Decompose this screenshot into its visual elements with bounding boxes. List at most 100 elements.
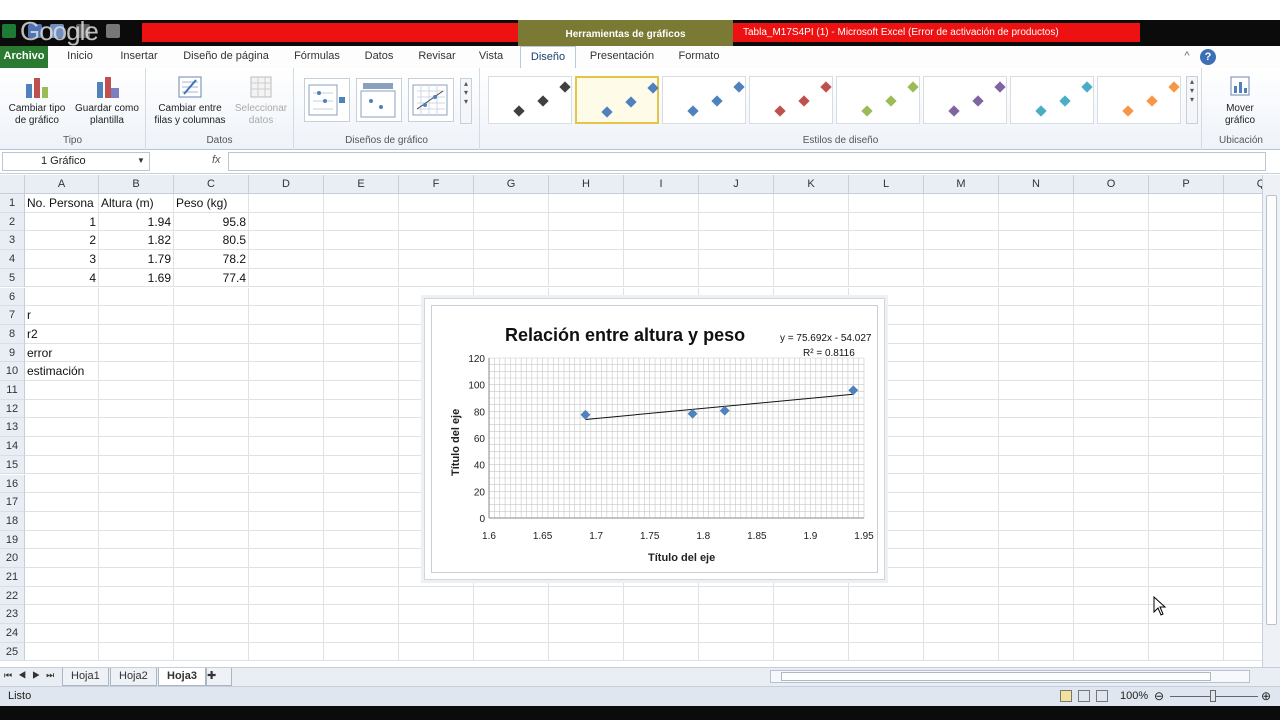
cell-C5[interactable]: 77.4 xyxy=(174,268,249,288)
cell-G5[interactable] xyxy=(474,268,549,288)
cell-A19[interactable] xyxy=(25,530,99,550)
tab-vista[interactable]: Vista xyxy=(472,46,510,68)
vertical-scrollbar[interactable] xyxy=(1262,175,1280,667)
cell-B4[interactable]: 1.79 xyxy=(99,250,174,269)
cell-M8[interactable] xyxy=(924,324,999,344)
cell-M1[interactable] xyxy=(924,194,999,213)
page-layout-icon[interactable] xyxy=(1078,690,1090,702)
tab-insertar[interactable]: Insertar xyxy=(112,46,166,68)
cell-Q3[interactable] xyxy=(1224,231,1262,251)
cell-C8[interactable] xyxy=(174,324,249,344)
cell-A15[interactable] xyxy=(25,455,99,475)
cell-E15[interactable] xyxy=(324,455,399,475)
cell-F1[interactable] xyxy=(399,194,474,213)
column-header-M[interactable]: M xyxy=(924,175,999,194)
cell-D21[interactable] xyxy=(249,568,324,587)
cell-N20[interactable] xyxy=(999,549,1074,568)
cell-N21[interactable] xyxy=(999,568,1074,587)
cell-P13[interactable] xyxy=(1149,418,1224,438)
cell-C17[interactable] xyxy=(174,493,249,512)
cell-H2[interactable] xyxy=(549,212,624,232)
cell-O19[interactable] xyxy=(1074,530,1149,550)
cell-P2[interactable] xyxy=(1149,212,1224,232)
tab-revisar[interactable]: Revisar xyxy=(410,46,464,68)
cell-G2[interactable] xyxy=(474,212,549,232)
horizontal-scrollbar[interactable] xyxy=(770,670,1250,683)
cell-C1[interactable]: Peso (kg) xyxy=(174,194,249,213)
cell-N17[interactable] xyxy=(999,493,1074,512)
cell-A10[interactable]: estimación xyxy=(25,362,99,381)
cell-Q13[interactable] xyxy=(1224,418,1262,438)
cell-E9[interactable] xyxy=(324,343,399,363)
help-icon[interactable]: ? xyxy=(1200,49,1216,65)
cell-M5[interactable] xyxy=(924,268,999,288)
cell-E1[interactable] xyxy=(324,194,399,213)
layout-thumb-2[interactable] xyxy=(356,78,402,122)
cell-N9[interactable] xyxy=(999,343,1074,363)
cell-Q4[interactable] xyxy=(1224,250,1262,269)
cell-D17[interactable] xyxy=(249,493,324,512)
chart-title[interactable]: Relación entre altura y peso xyxy=(505,325,745,346)
column-header-E[interactable]: E xyxy=(324,175,399,194)
cell-N10[interactable] xyxy=(999,362,1074,381)
cell-M17[interactable] xyxy=(924,493,999,512)
cell-L23[interactable] xyxy=(849,605,924,625)
cell-D1[interactable] xyxy=(249,194,324,213)
cell-N18[interactable] xyxy=(999,511,1074,531)
sheet-tab-hoja3[interactable]: Hoja3 xyxy=(158,668,206,686)
cell-J22[interactable] xyxy=(699,586,774,606)
cell-B6[interactable] xyxy=(99,287,174,307)
row-header-18[interactable]: 18 xyxy=(0,511,25,531)
row-header-11[interactable]: 11 xyxy=(0,381,25,400)
cell-D19[interactable] xyxy=(249,530,324,550)
cell-E8[interactable] xyxy=(324,324,399,344)
cell-N15[interactable] xyxy=(999,455,1074,475)
cell-J24[interactable] xyxy=(699,624,774,643)
cell-M19[interactable] xyxy=(924,530,999,550)
cell-D11[interactable] xyxy=(249,381,324,400)
cell-J25[interactable] xyxy=(699,642,774,662)
cell-I5[interactable] xyxy=(624,268,699,288)
row-header-17[interactable]: 17 xyxy=(0,493,25,512)
save-template-button[interactable]: Guardar como plantilla xyxy=(72,74,142,127)
cell-O11[interactable] xyxy=(1074,381,1149,400)
cell-E14[interactable] xyxy=(324,437,399,456)
fx-icon[interactable]: fx xyxy=(212,154,221,166)
cell-N3[interactable] xyxy=(999,231,1074,251)
cell-D12[interactable] xyxy=(249,399,324,419)
cell-I1[interactable] xyxy=(624,194,699,213)
cell-H1[interactable] xyxy=(549,194,624,213)
cell-E2[interactable] xyxy=(324,212,399,232)
cell-P5[interactable] xyxy=(1149,268,1224,288)
cell-A23[interactable] xyxy=(25,605,99,625)
cell-Q6[interactable] xyxy=(1224,288,1262,307)
cell-G4[interactable] xyxy=(474,250,549,269)
cell-N16[interactable] xyxy=(999,474,1074,494)
cell-M21[interactable] xyxy=(924,568,999,587)
cell-M16[interactable] xyxy=(924,474,999,494)
cell-P9[interactable] xyxy=(1149,343,1224,363)
cell-B11[interactable] xyxy=(99,381,174,400)
cell-E22[interactable] xyxy=(324,586,399,606)
chart-style-5[interactable] xyxy=(836,76,920,124)
cell-D16[interactable] xyxy=(249,474,324,494)
layouts-scroll[interactable]: ▴ ▾ ▾ xyxy=(460,78,472,124)
cell-E17[interactable] xyxy=(324,493,399,512)
cell-C11[interactable] xyxy=(174,381,249,400)
cell-P14[interactable] xyxy=(1149,437,1224,456)
cell-A8[interactable]: r2 xyxy=(25,324,99,344)
cell-M4[interactable] xyxy=(924,250,999,269)
cell-O22[interactable] xyxy=(1074,586,1149,606)
normal-view-icon[interactable] xyxy=(1060,690,1072,702)
cell-O16[interactable] xyxy=(1074,474,1149,494)
cell-O18[interactable] xyxy=(1074,511,1149,531)
cell-K3[interactable] xyxy=(774,231,849,251)
column-header-I[interactable]: I xyxy=(624,175,699,194)
cell-J5[interactable] xyxy=(699,268,774,288)
cell-B5[interactable]: 1.69 xyxy=(99,268,174,288)
cell-L3[interactable] xyxy=(849,231,924,251)
cell-Q14[interactable] xyxy=(1224,437,1262,456)
column-header-N[interactable]: N xyxy=(999,175,1074,194)
cell-A17[interactable] xyxy=(25,493,99,512)
cell-N23[interactable] xyxy=(999,605,1074,625)
